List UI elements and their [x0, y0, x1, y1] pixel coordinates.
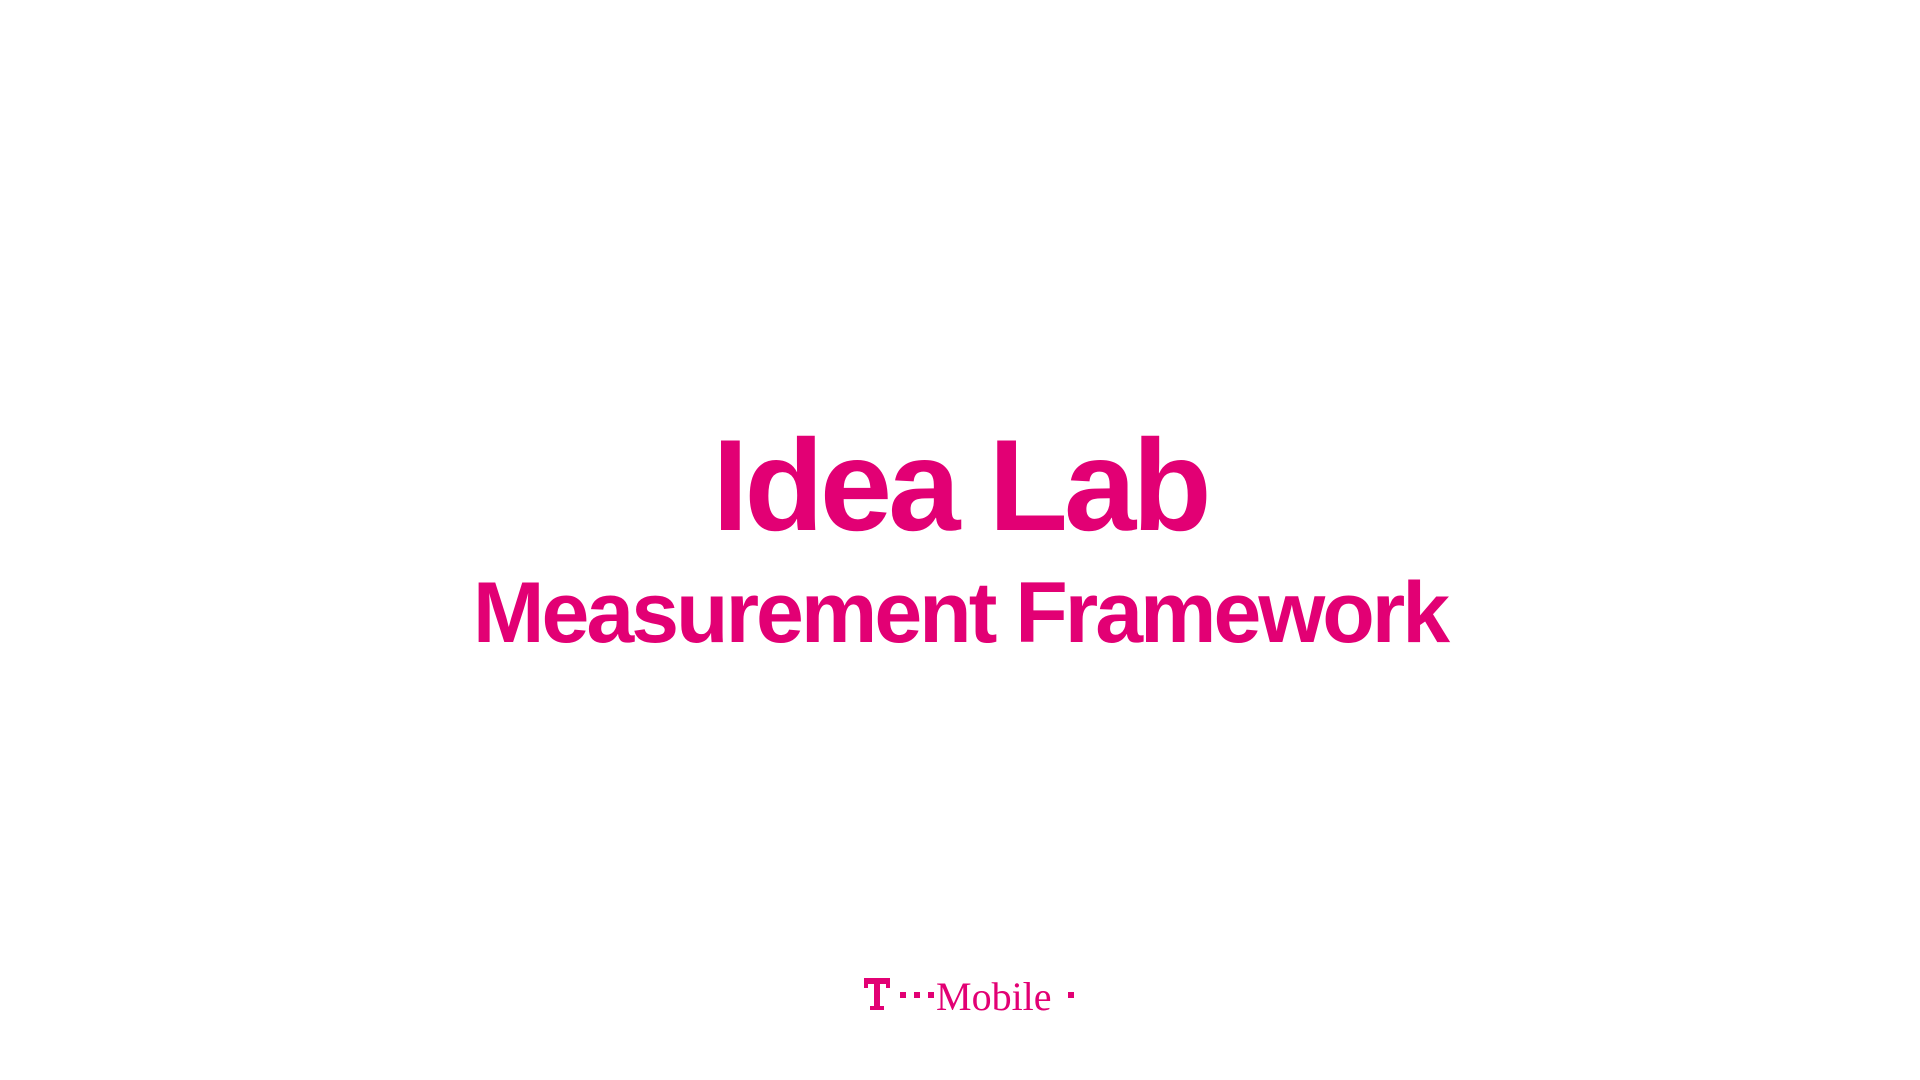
title-block: Idea Lab Measurement Framework — [0, 420, 1920, 656]
title-slide: Idea Lab Measurement Framework Mobile — [0, 0, 1920, 1080]
slide-title: Idea Lab — [712, 412, 1211, 558]
t-mobile-logo-icon: Mobile — [862, 970, 1077, 1016]
svg-text:Mobile: Mobile — [936, 974, 1052, 1016]
slide-subtitle: Measurement Framework — [472, 565, 1450, 661]
